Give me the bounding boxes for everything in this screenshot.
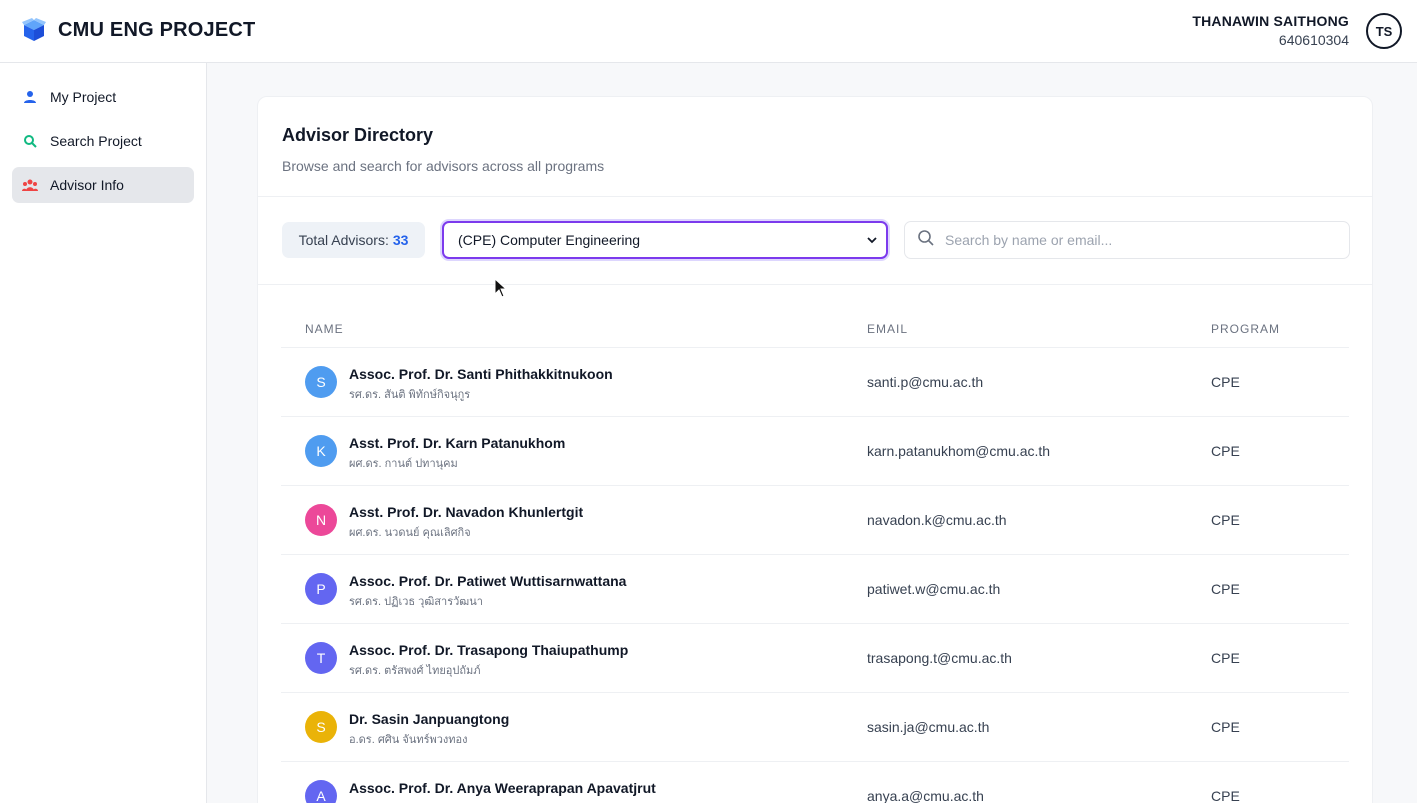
brand[interactable]: CMU ENG PROJECT — [20, 16, 255, 44]
advisor-program: CPE — [1211, 788, 1240, 803]
user-info: THANAWIN SAITHONG 640610304 — [1192, 13, 1349, 48]
avatar: S — [305, 366, 337, 398]
column-header-name[interactable]: NAME — [305, 322, 344, 336]
advisor-name: Asst. Prof. Dr. Navadon Khunlertgit — [349, 504, 584, 520]
sidebar-item-label: Advisor Info — [50, 177, 124, 193]
avatar: P — [305, 573, 337, 605]
search-icon — [22, 133, 38, 149]
page-title: Advisor Directory — [282, 125, 434, 145]
table-row[interactable]: N Asst. Prof. Dr. Navadon Khunlertgit ผศ.ด… — [281, 486, 1349, 555]
app-title: CMU ENG PROJECT — [58, 18, 256, 41]
sidebar-item-label: My Project — [50, 89, 117, 105]
advisor-name: Assoc. Prof. Dr. Patiwet Wuttisarnwattan… — [349, 573, 627, 589]
advisor-thai-name: รศ.ดร. สันติ พิทักษ์กิจนุกูร — [349, 389, 471, 401]
page-subtitle: Browse and search for advisors across al… — [282, 158, 605, 174]
advisor-email[interactable]: anya.a@cmu.ac.th — [867, 788, 984, 803]
advisor-thai-name: รศ.ดร. ตรัสพงศ์ ไทยอุปถัมภ์ — [349, 665, 481, 677]
table-row[interactable]: K Asst. Prof. Dr. Karn Patanukhom ผศ.ดร. ก… — [281, 417, 1349, 486]
advisor-thai-name: รศ.ดร. ปฏิเวธ วุฒิสารวัฒนา — [349, 596, 483, 608]
user-avatar[interactable]: TS — [1366, 13, 1402, 49]
program-select-value: (CPE) Computer Engineering — [458, 232, 641, 248]
table-row[interactable]: S Dr. Sasin Janpuangtong อ.ดร. ศศิน จันทร์… — [281, 693, 1349, 762]
program-select[interactable]: (CPE) Computer Engineering — [442, 221, 888, 259]
advisor-email[interactable]: patiwet.w@cmu.ac.th — [867, 581, 1000, 597]
advisor-name: Assoc. Prof. Dr. Santi Phithakkitnukoon — [349, 366, 613, 382]
person-icon — [22, 89, 38, 105]
advisor-email[interactable]: navadon.k@cmu.ac.th — [867, 512, 1007, 528]
advisor-thai-name: อ.ดร. ศศิน จันทร์พวงทอง — [349, 734, 468, 746]
avatar: S — [305, 711, 337, 743]
total-count: 33 — [392, 232, 409, 248]
advisor-name: Assoc. Prof. Dr. Anya Weeraprapan Apavat… — [349, 780, 656, 796]
advisor-name: Dr. Sasin Janpuangtong — [349, 711, 510, 727]
total-advisors-badge: Total Advisors: 33 — [282, 222, 425, 258]
user-id: 640610304 — [1278, 32, 1349, 48]
sidebar-item-advisor-info[interactable]: Advisor Info — [12, 167, 194, 203]
top-bar: CMU ENG PROJECT THANAWIN SAITHONG 640610… — [0, 0, 1417, 63]
column-header-email[interactable]: EMAIL — [867, 322, 908, 336]
advisor-program: CPE — [1211, 443, 1240, 459]
card-header: Advisor Directory Browse and search for … — [258, 97, 1372, 197]
search-icon — [917, 229, 935, 252]
search-input[interactable] — [945, 232, 1325, 248]
table-row[interactable]: A Assoc. Prof. Dr. Anya Weeraprapan Apava… — [281, 762, 1349, 803]
advisor-name: Assoc. Prof. Dr. Trasapong Thaiupathump — [349, 642, 629, 658]
mouse-cursor-icon — [494, 278, 508, 298]
table-row[interactable]: T Assoc. Prof. Dr. Trasapong Thaiupathump… — [281, 624, 1349, 693]
avatar: K — [305, 435, 337, 467]
box-logo-icon — [20, 16, 48, 44]
advisor-program: CPE — [1211, 374, 1240, 390]
chevron-down-icon — [866, 233, 878, 245]
table-header: NAME EMAIL PROGRAM — [281, 308, 1349, 348]
advisor-email[interactable]: santi.p@cmu.ac.th — [867, 374, 983, 390]
avatar: A — [305, 780, 337, 803]
avatar: T — [305, 642, 337, 674]
avatar: N — [305, 504, 337, 536]
advisor-name: Asst. Prof. Dr. Karn Patanukhom — [349, 435, 566, 451]
search-box[interactable] — [904, 221, 1350, 259]
total-label: Total Advisors: — [298, 232, 389, 248]
user-name: THANAWIN SAITHONG — [1192, 13, 1349, 29]
advisor-program: CPE — [1211, 581, 1240, 597]
advisor-program: CPE — [1211, 719, 1240, 735]
sidebar-item-label: Search Project — [50, 133, 142, 149]
sidebar-item-my-project[interactable]: My Project — [12, 79, 194, 115]
people-icon — [22, 177, 38, 193]
sidebar: My Project Search Project Advisor Info — [0, 63, 207, 803]
advisor-thai-name: ผศ.ดร. กานต์ ปทานุคม — [349, 458, 458, 470]
advisor-email[interactable]: trasapong.t@cmu.ac.th — [867, 650, 1012, 666]
table-body: S Assoc. Prof. Dr. Santi Phithakkitnukoon… — [281, 348, 1349, 803]
advisor-table: NAME EMAIL PROGRAM S Assoc. Prof. Dr. San… — [281, 308, 1349, 803]
sidebar-item-search-project[interactable]: Search Project — [12, 123, 194, 159]
table-row[interactable]: P Assoc. Prof. Dr. Patiwet Wuttisarnwatta… — [281, 555, 1349, 624]
table-row[interactable]: S Assoc. Prof. Dr. Santi Phithakkitnukoon… — [281, 348, 1349, 417]
advisor-email[interactable]: sasin.ja@cmu.ac.th — [867, 719, 989, 735]
advisor-thai-name: ผศ.ดร. นวดนย์ คุณเลิศกิจ — [349, 527, 471, 539]
advisor-program: CPE — [1211, 650, 1240, 666]
column-header-program[interactable]: PROGRAM — [1211, 322, 1280, 336]
advisor-program: CPE — [1211, 512, 1240, 528]
filter-bar: Total Advisors: 33 (CPE) Computer Engine… — [258, 197, 1372, 285]
advisor-email[interactable]: karn.patanukhom@cmu.ac.th — [867, 443, 1050, 459]
